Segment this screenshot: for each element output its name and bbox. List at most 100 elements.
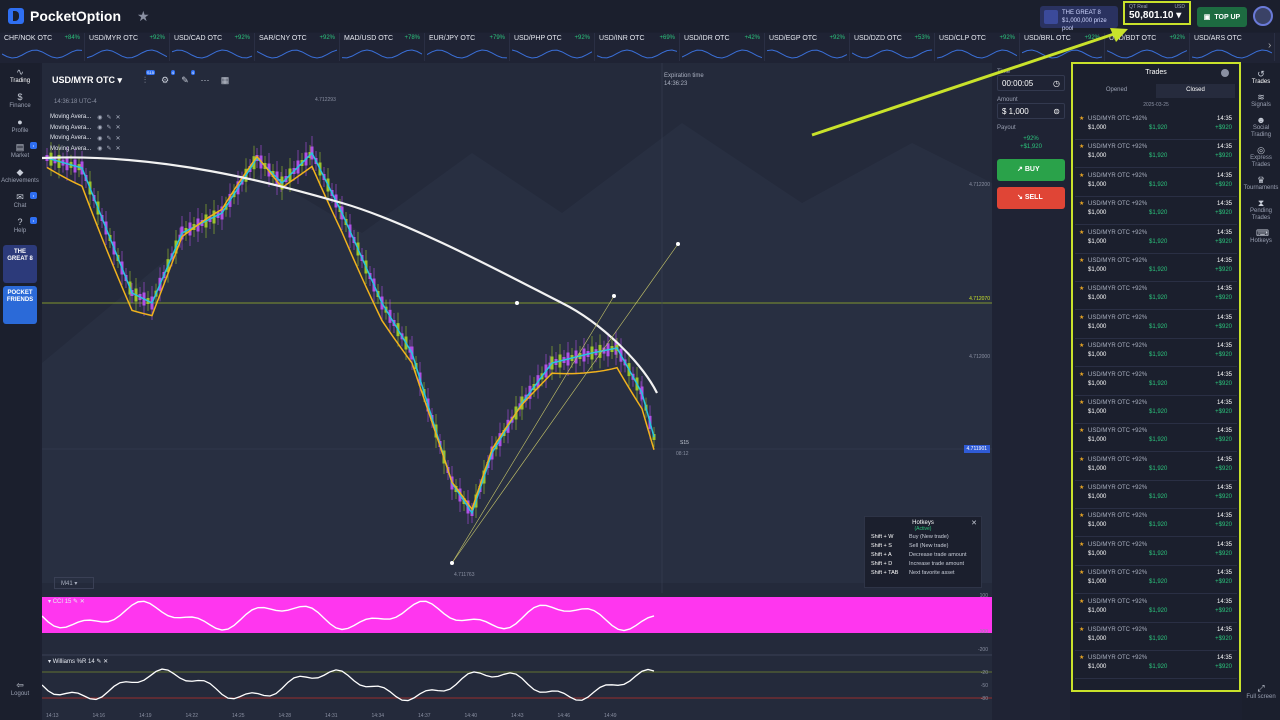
trade-row[interactable]: ★ USD/MYR OTC +92% $1,000 $1,920 14:35 +$920 <box>1075 396 1237 424</box>
logo[interactable]: PocketOption <box>8 8 121 24</box>
wr-tick-a: -20 <box>980 670 988 676</box>
sidebar-item-profile[interactable]: ● Profile <box>0 117 40 141</box>
chart-area[interactable]: USD/MYR OTC ▾ ⫶ S15 ⚙ 4 ✎ 4 ⋯ ▦ 14:36:18 UT… <box>42 63 992 720</box>
rail-item-social-trading[interactable]: ☻ Social Trading <box>1242 115 1280 139</box>
favorite-star-icon[interactable]: ★ <box>137 8 150 25</box>
sidebar-item-help[interactable]: ? Help • <box>0 217 40 241</box>
trade-row[interactable]: ★ USD/MYR OTC +92% $1,000 $1,920 14:35 +$920 <box>1075 538 1237 566</box>
buy-button[interactable]: ↗ BUY <box>997 159 1065 181</box>
grid-layout-icon[interactable]: ▦ <box>218 73 232 87</box>
promo-title: THE GREAT 8 <box>1062 10 1101 16</box>
trend-handle[interactable] <box>450 561 454 565</box>
rail-item-express-trades[interactable]: ◎ Express Trades <box>1242 145 1280 169</box>
topup-button[interactable]: ▣ TOP UP <box>1197 7 1247 27</box>
balance-selector[interactable]: QT Real USD 50,801.10 ▾ <box>1123 1 1191 25</box>
indicator-row[interactable]: Moving Avera... ◉✎✕ <box>50 144 125 154</box>
trade-payout: $1,920 <box>1149 210 1168 217</box>
sidebar-item-achievements[interactable]: ◆ Achievements <box>0 167 40 191</box>
rail-item-tournaments[interactable]: ♛ Tournaments <box>1242 175 1280 192</box>
signal-icon: ≋ <box>1257 92 1265 102</box>
trade-row[interactable]: ★ USD/MYR OTC +92% $1,000 $1,920 14:35 +$920 <box>1075 197 1237 226</box>
more-icon[interactable]: ⋯ <box>198 73 212 87</box>
trade-row[interactable]: ★ USD/MYR OTC +92% $1,000 $1,920 14:35 +$920 <box>1075 623 1237 652</box>
great8-promo[interactable]: THE GREAT 8 $1,000,000 prize pool <box>1040 6 1118 32</box>
ticker-item[interactable]: USD/IDR OTC +42% <box>680 33 765 61</box>
ticker-item[interactable]: USD/CAD OTC +92% <box>170 33 255 61</box>
tab-opened[interactable]: Opened <box>1077 84 1156 98</box>
settings-icon[interactable] <box>1221 69 1229 77</box>
indicator-actions[interactable]: ◉✎✕ <box>97 145 124 152</box>
logout-button[interactable]: ⇦ Logout <box>0 680 40 697</box>
asset-selector[interactable]: USD/MYR OTC ▾ <box>52 75 122 86</box>
trade-row[interactable]: ★ USD/MYR OTC +92% $1,000 $1,920 14:35 +$920 <box>1075 481 1237 510</box>
price-chart[interactable] <box>42 63 992 720</box>
ticker-item[interactable]: EUR/JPY OTC +79% <box>425 33 510 61</box>
fullscreen-button[interactable]: ⤢ Full screen <box>1242 683 1280 700</box>
close-icon[interactable]: ✕ <box>971 519 977 527</box>
indicator-row[interactable]: Moving Avera... ◉✎✕ <box>50 123 125 133</box>
amount-input[interactable]: $ 1,000 ⊜ <box>997 103 1065 119</box>
trade-time: 14:35 <box>1216 257 1232 264</box>
trade-row[interactable]: ★ USD/MYR OTC +92% $1,000 $1,920 14:35 +$920 <box>1075 368 1237 396</box>
trade-row[interactable]: ★ USD/MYR OTC +92% $1,000 $1,920 14:35 +$920 <box>1075 566 1237 595</box>
sidebar-item-market[interactable]: ▤ Market • <box>0 142 40 166</box>
ticker-item[interactable]: USD/BRL OTC +92% <box>1020 33 1105 61</box>
trend-handle[interactable] <box>676 242 680 246</box>
trade-payout: $1,920 <box>1149 238 1168 245</box>
ticker-item[interactable]: USD/PHP OTC +92% <box>510 33 595 61</box>
ticker-item[interactable]: USD/CLP OTC +92% <box>935 33 1020 61</box>
ticker-item[interactable]: SAR/CNY OTC +92% <box>255 33 340 61</box>
sell-button[interactable]: ↘ SELL <box>997 187 1065 209</box>
trade-row[interactable]: ★ USD/MYR OTC +92% $1,000 $1,920 14:35 +$920 <box>1075 169 1237 197</box>
trade-row[interactable]: ★ USD/MYR OTC +92% $1,000 $1,920 14:35 +$920 <box>1075 595 1237 623</box>
indicator-actions[interactable]: ◉✎✕ <box>97 135 124 142</box>
trend-handle[interactable] <box>515 301 519 305</box>
sidebar-item-trading[interactable]: ∿ Trading <box>0 67 40 91</box>
trade-row[interactable]: ★ USD/MYR OTC +92% $1,000 $1,920 14:35 +$920 <box>1075 226 1237 254</box>
indicator-actions[interactable]: ◉✎✕ <box>97 124 124 131</box>
indicator-row[interactable]: Moving Avera... ◉✎✕ <box>50 112 125 122</box>
trade-row[interactable]: ★ USD/MYR OTC +92% $1,000 $1,920 14:35 +$920 <box>1075 140 1237 169</box>
pocket-friends-tile[interactable]: POCKET FRIENDS <box>3 286 37 324</box>
trend-handle[interactable] <box>612 294 616 298</box>
ticker-item[interactable]: USD/DZD OTC +53% <box>850 33 935 61</box>
trade-row[interactable]: ★ USD/MYR OTC +92% $1,000 $1,920 14:35 +$920 <box>1075 509 1237 538</box>
trade-row[interactable]: ★ USD/MYR OTC +92% $1,000 $1,920 14:35 +$920 <box>1075 112 1237 140</box>
timeframe-badge[interactable]: M41 ▾ <box>54 577 94 589</box>
ticker-item[interactable]: USD/BDT OTC +92% <box>1105 33 1190 61</box>
rail-item-trades[interactable]: ↺ Trades <box>1242 69 1280 86</box>
trade-row[interactable]: ★ USD/MYR OTC +92% $1,000 $1,920 14:35 +$920 <box>1075 282 1237 311</box>
ticker-item[interactable]: MAD/USD OTC +78% <box>340 33 425 61</box>
rail-item-pending-trades[interactable]: ⧗ Pending Trades <box>1242 198 1280 222</box>
drawing-icon[interactable]: ✎ 4 <box>178 70 195 87</box>
great8-tile[interactable]: THE GREAT 8 <box>3 245 37 283</box>
ticker-item[interactable]: CHF/NOK OTC +84% <box>0 33 85 61</box>
ticker-item[interactable]: USD/INR OTC +69% <box>595 33 680 61</box>
chevron-right-icon[interactable]: › <box>1268 40 1271 51</box>
ticker-item[interactable]: USD/EGP OTC +92% <box>765 33 850 61</box>
sidebar-item-chat[interactable]: ✉ Chat • <box>0 192 40 216</box>
trade-row[interactable]: ★ USD/MYR OTC +92% $1,000 $1,920 14:35 +$920 <box>1075 453 1237 481</box>
ticker-item[interactable]: USD/MYR OTC +92% <box>85 33 170 61</box>
time-input[interactable]: 00:00:05 ◷ <box>997 75 1065 91</box>
hotkey-key: Shift + W <box>871 534 894 540</box>
sparkline <box>1022 49 1102 59</box>
trade-row[interactable]: ★ USD/MYR OTC +92% $1,000 $1,920 14:35 +$920 <box>1075 311 1237 339</box>
trade-row[interactable]: ★ USD/MYR OTC +92% $1,000 $1,920 14:35 +$920 <box>1075 424 1237 453</box>
indicator-row[interactable]: Moving Avera... ◉✎✕ <box>50 133 125 143</box>
avatar[interactable] <box>1253 6 1273 26</box>
ticker-pct: +92% <box>319 35 335 41</box>
trade-row[interactable]: ★ USD/MYR OTC +92% $1,000 $1,920 14:35 +$920 <box>1075 254 1237 282</box>
rail-item-signals[interactable]: ≋ Signals <box>1242 92 1280 109</box>
indicators-icon[interactable]: ⚙ 4 <box>158 70 175 87</box>
trade-row[interactable]: ★ USD/MYR OTC +92% $1,000 $1,920 14:35 +$920 <box>1075 651 1237 680</box>
trade-row[interactable]: ★ USD/MYR OTC +92% $1,000 $1,920 14:35 +$920 <box>1075 339 1237 368</box>
tab-closed[interactable]: Closed <box>1156 84 1235 98</box>
rail-item-hotkeys[interactable]: ⌨ Hotkeys <box>1242 228 1280 245</box>
sidebar-item-finance[interactable]: $ Finance <box>0 92 40 116</box>
ticker-item[interactable]: USD/ARS OTC <box>1190 33 1275 61</box>
timeframe-icon[interactable]: ⫶ S15 <box>138 70 155 87</box>
indicator-actions[interactable]: ◉✎✕ <box>97 114 124 121</box>
buy-label: BUY <box>1024 166 1040 173</box>
trades-tabs: Opened Closed <box>1077 84 1235 98</box>
